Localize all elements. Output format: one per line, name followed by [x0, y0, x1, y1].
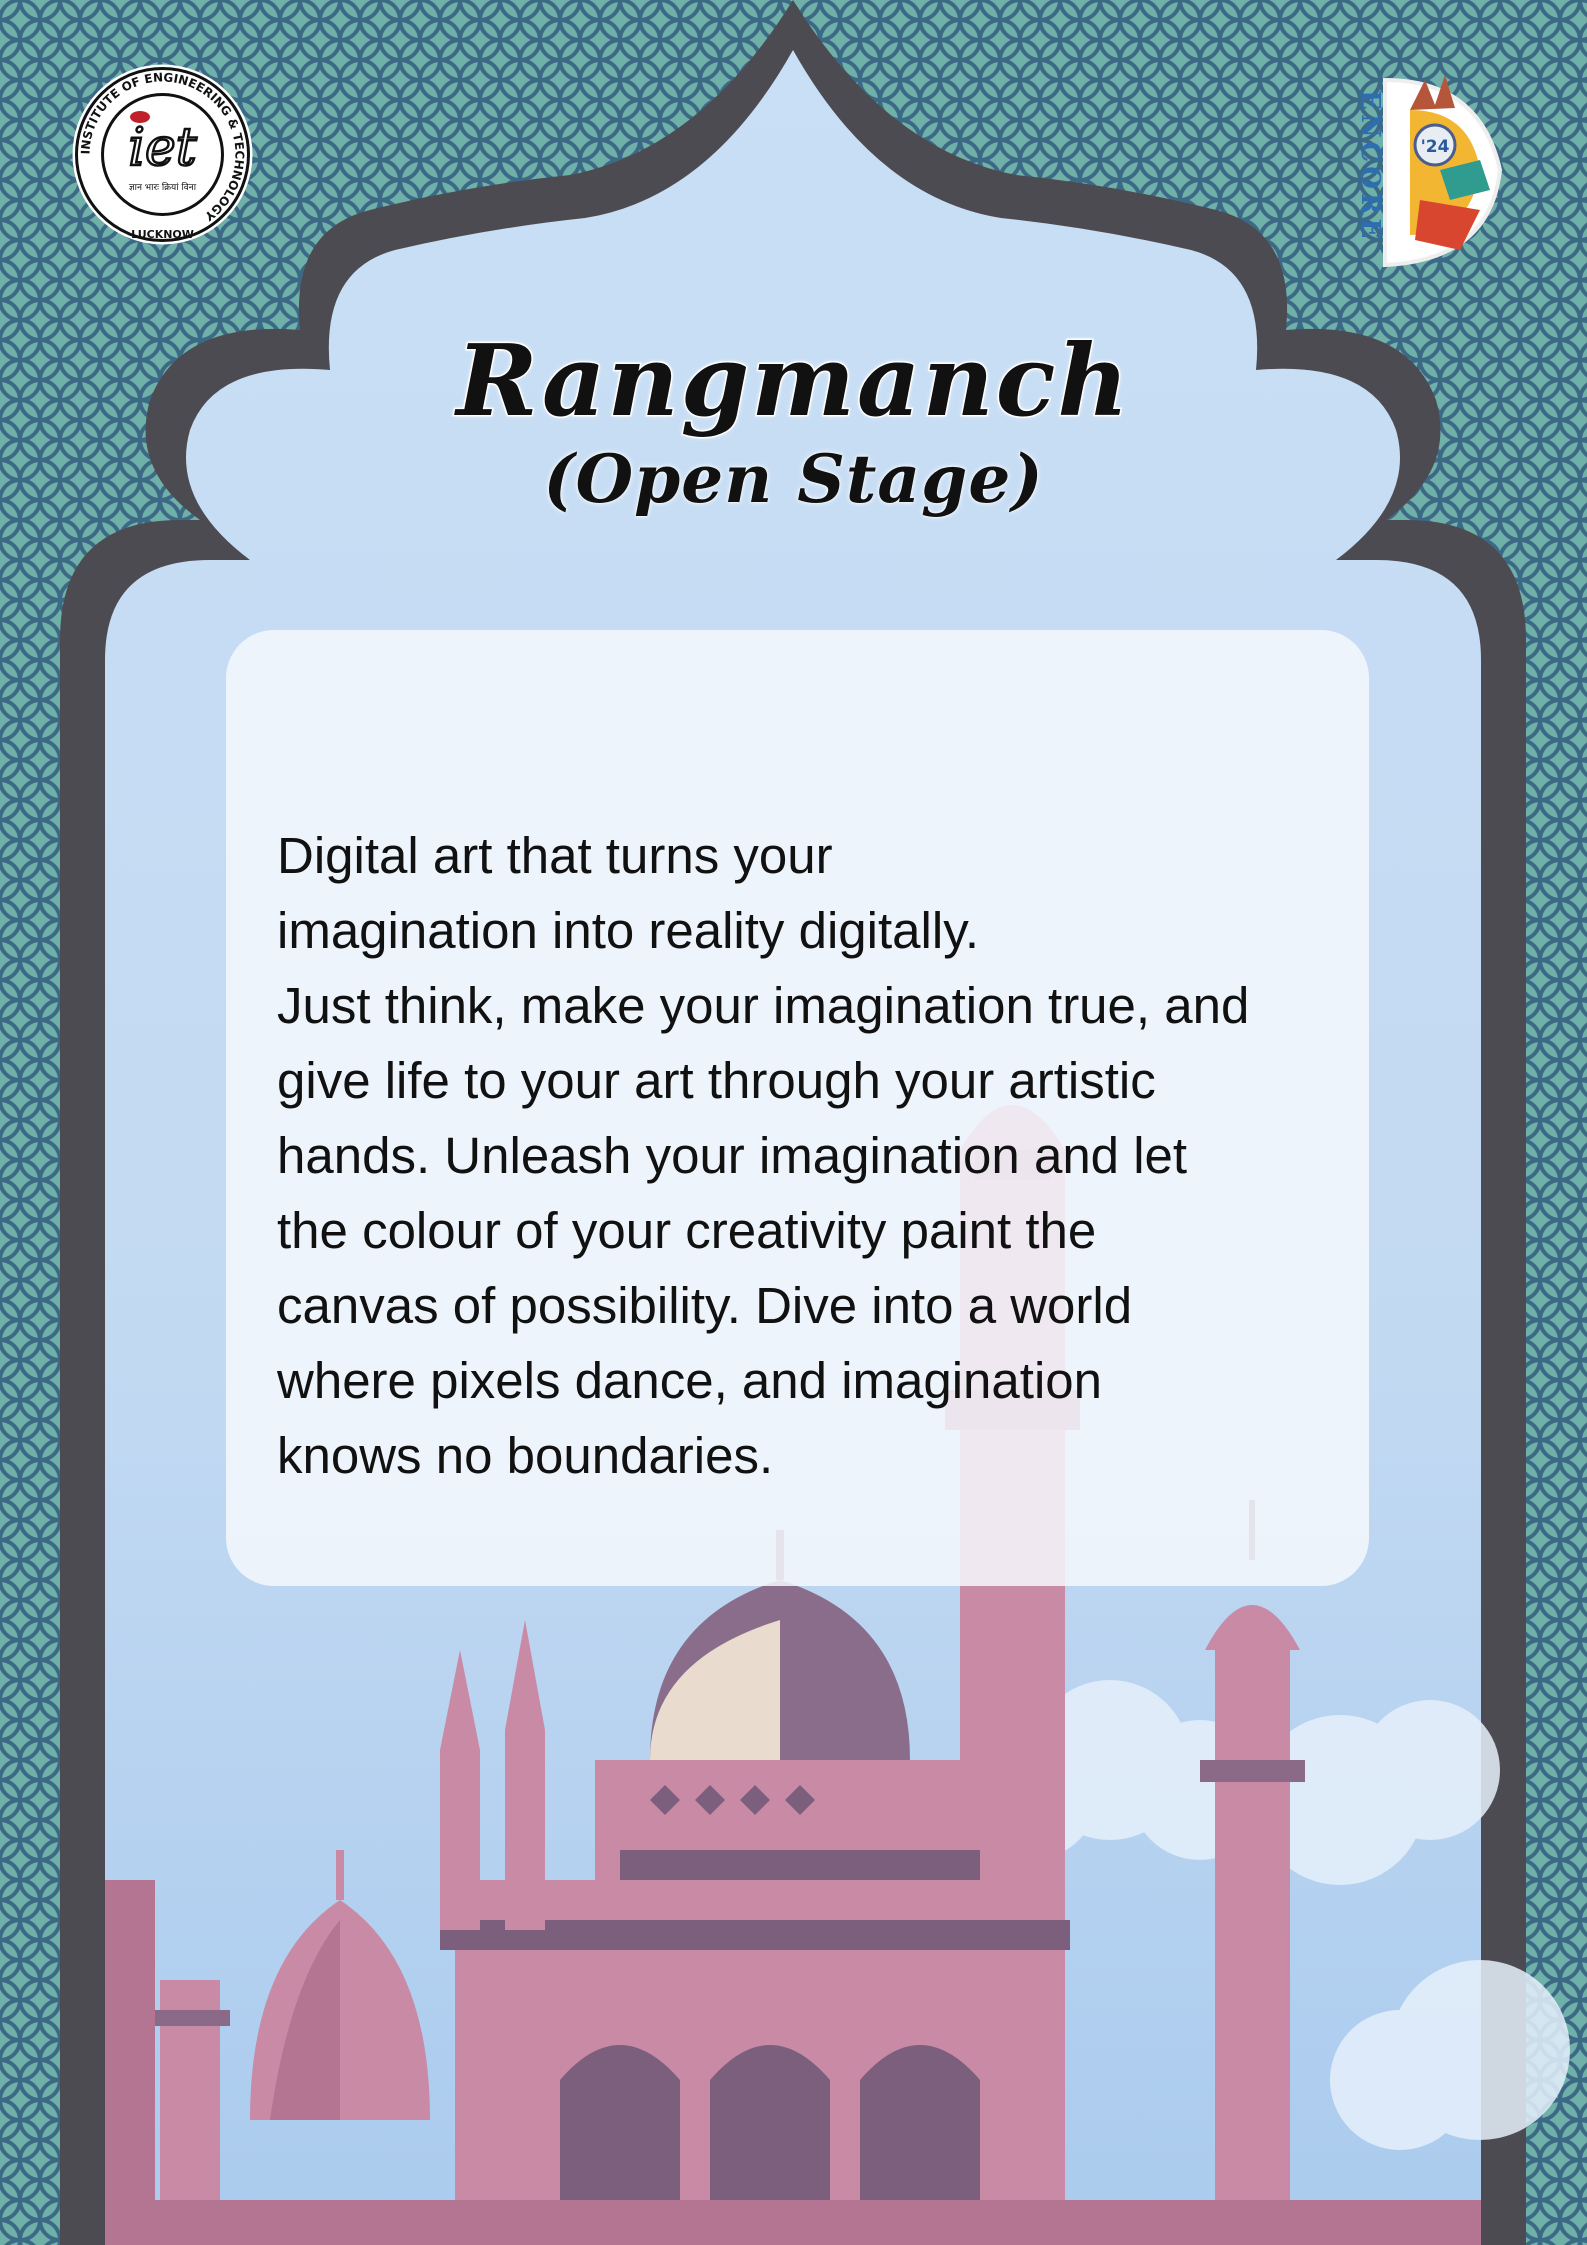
description-text: Digital art that turns your imagination … [277, 827, 1250, 1484]
title-block: Rangmanch (Open Stage) [0, 324, 1587, 518]
iet-logo: INSTITUTE OF ENGINEERING & TECHNOLOGY LU… [70, 62, 255, 247]
encore-logo: '24 ENCORE [1340, 50, 1530, 290]
poster-subtitle: (Open Stage) [543, 439, 1044, 518]
iet-center-text: iet [128, 118, 196, 178]
poster-title: Rangmanch [455, 324, 1131, 439]
iet-bottom-text: LUCKNOW [131, 228, 194, 241]
encore-vertical-text: ENCORE [1355, 90, 1385, 242]
encore-year: '24 [1421, 137, 1450, 157]
poster: INSTITUTE OF ENGINEERING & TECHNOLOGY LU… [0, 0, 1587, 2245]
iet-hindi-text: ज्ञान भारः क्रियां विना [129, 181, 197, 193]
